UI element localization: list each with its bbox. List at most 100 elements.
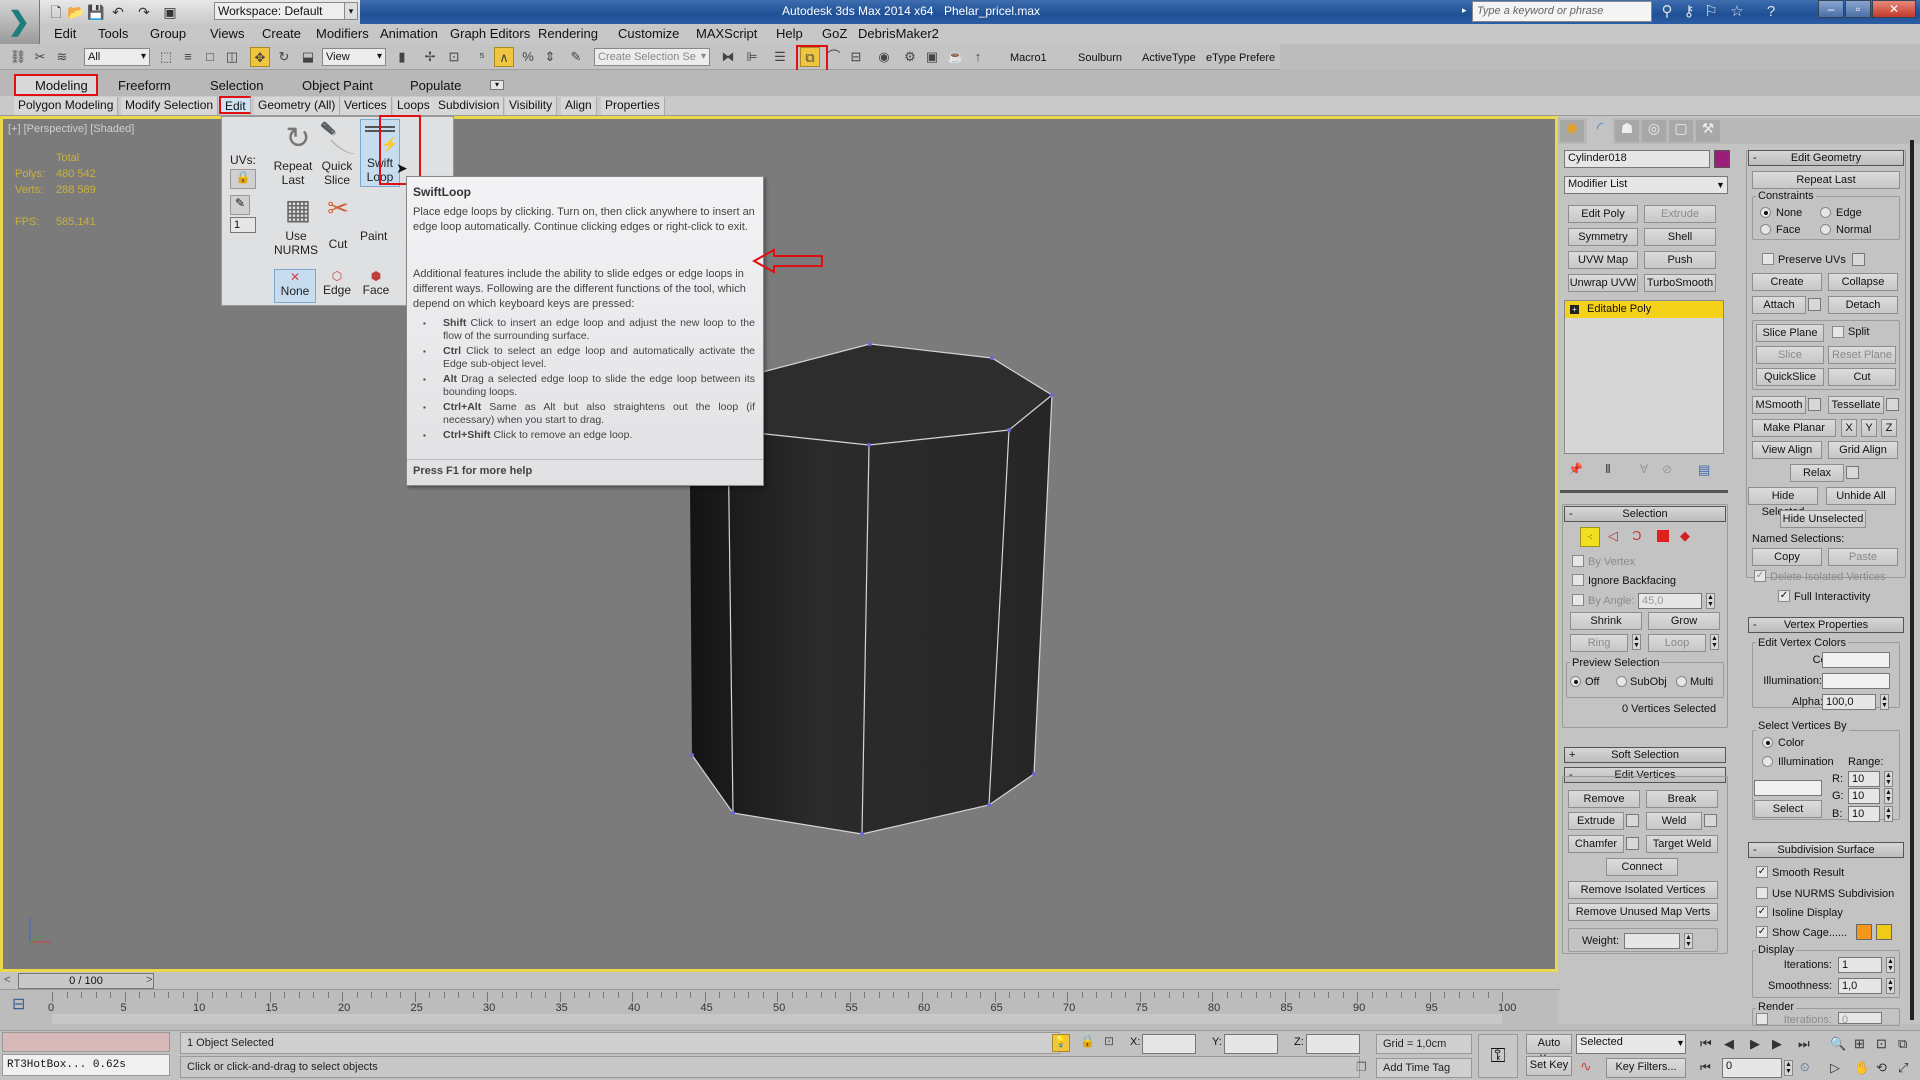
smoothness-spinner[interactable]: ▲ ▼ (1886, 978, 1895, 994)
soft-selection-rollout-header[interactable]: + Soft Selection (1564, 747, 1726, 763)
constraint-none-radio[interactable] (1760, 207, 1771, 218)
relax-settings-icon[interactable] (1846, 466, 1859, 479)
absolute-mode-icon[interactable]: ⊡ (1104, 1034, 1114, 1048)
range-r-spinner[interactable]: ▲ ▼ (1884, 771, 1893, 787)
cage-color-swatch-2[interactable] (1876, 924, 1892, 940)
select-object-icon[interactable]: ⬚ (156, 47, 176, 67)
modifier-list-dropdown[interactable]: Modifier List (1564, 176, 1728, 194)
search-expand-icon[interactable]: ▸ (1462, 5, 1467, 16)
ring-button[interactable]: Ring (1570, 634, 1628, 652)
menu-customize[interactable]: Customize (618, 26, 679, 41)
mini-curve-editor-icon[interactable]: ⊟ (12, 994, 25, 1014)
angle-value-field[interactable]: 45,0 (1638, 593, 1702, 609)
time-configuration-icon[interactable]: ⏲ (1800, 1060, 1809, 1075)
object-color-swatch[interactable] (1714, 150, 1730, 168)
constraint-edge-radio[interactable] (1820, 207, 1831, 218)
material-editor-icon[interactable]: ◉ (874, 47, 894, 67)
use-nurms-checkbox[interactable] (1756, 887, 1768, 899)
key-mode-chevron-icon[interactable]: ▼ (1676, 1038, 1685, 1048)
connect-button[interactable]: Connect (1606, 858, 1678, 876)
rectangular-selection-icon[interactable]: □ (200, 47, 220, 67)
unhide-all-button[interactable]: Unhide All (1826, 487, 1896, 505)
subdivision-surface-rollout-header[interactable]: - Subdivision Surface (1748, 842, 1904, 858)
target-weld-button[interactable]: Target Weld (1646, 835, 1718, 853)
weld-settings-icon[interactable] (1704, 814, 1717, 827)
mod-symmetry-button[interactable]: Symmetry (1568, 228, 1638, 246)
panel-geometry-all[interactable]: Geometry (All) (254, 97, 341, 115)
attach-button[interactable]: Attach (1752, 296, 1806, 314)
loop-spinner[interactable]: ▲ ▼ (1710, 634, 1719, 650)
reset-plane-button[interactable]: Reset Plane (1828, 346, 1896, 364)
paint-connect-button[interactable]: Paint Connect (360, 229, 390, 243)
set-key-big-button-icon[interactable]: ⚿ (1478, 1034, 1518, 1078)
graphite-modeling-tools-icon[interactable]: ⧉ (800, 47, 820, 67)
create-button[interactable]: Create (1752, 273, 1822, 291)
paste-button[interactable]: Paste (1828, 548, 1898, 566)
add-time-tag-button[interactable]: Add Time Tag (1376, 1058, 1472, 1078)
preview-multi-radio[interactable] (1676, 676, 1687, 687)
pan-view-icon[interactable]: ✋ (1854, 1060, 1870, 1076)
timeline-ruler[interactable]: 0 5 10 15 20 25 30 35 40 45 50 55 60 65 70 75 80 85 90 95 10… (48, 992, 1516, 1014)
menu-help[interactable]: Help (776, 26, 803, 41)
uv-tweak-icon[interactable]: ✎ (230, 195, 250, 215)
menu-views[interactable]: Views (210, 26, 244, 41)
select-and-rotate-icon[interactable]: ↻ (274, 47, 294, 67)
remove-modifier-icon[interactable]: ⊘ (1662, 462, 1672, 476)
by-angle-checkbox[interactable] (1572, 594, 1584, 606)
time-next-arrow-icon[interactable]: > (146, 974, 152, 986)
align-icon[interactable]: ⊫ (742, 47, 762, 67)
stack-item-editable-poly[interactable]: Editable Poly (1565, 301, 1723, 318)
collapse-button[interactable]: Collapse (1828, 273, 1898, 291)
app-menu-button[interactable]: ❯ (0, 0, 40, 44)
select-and-move-icon[interactable]: ✥ (250, 47, 270, 67)
modify-tab-icon[interactable]: ◜ (1587, 118, 1613, 144)
weld-button[interactable]: Weld (1646, 812, 1702, 830)
copy-button[interactable]: Copy (1752, 548, 1822, 566)
spinner-snap-icon[interactable]: ⇕ (540, 47, 560, 67)
constraint-face-button[interactable]: ⬢ Face (358, 269, 394, 303)
planar-y-button[interactable]: Y (1861, 419, 1877, 437)
zoom-extents-icon[interactable]: ⊡ (1876, 1036, 1887, 1052)
schematic-view-icon[interactable]: ⊟ (846, 47, 866, 67)
menu-group[interactable]: Group (150, 26, 186, 41)
chamfer-settings-icon[interactable] (1626, 837, 1639, 850)
chamfer-button[interactable]: Chamfer (1568, 835, 1624, 853)
uv-spinner-field[interactable]: 1 (230, 217, 256, 233)
command-panel-scrollbar[interactable] (1910, 140, 1914, 1020)
delete-isolated-checkbox[interactable]: ✓ (1754, 570, 1766, 582)
workspace-dropdown[interactable]: Workspace: Default (214, 2, 350, 20)
zoom-all-icon[interactable]: ⊞ (1854, 1036, 1865, 1052)
remove-unused-map-verts-button[interactable]: Remove Unused Map Verts (1568, 903, 1718, 921)
edit-geometry-rollout-header[interactable]: - Edit Geometry (1748, 150, 1904, 166)
element-subobject-icon[interactable]: ◆ (1680, 528, 1690, 544)
show-cage-checkbox[interactable]: ✓ (1756, 926, 1768, 938)
bind-space-warp-icon[interactable]: ≋ (52, 47, 72, 67)
goto-end-icon[interactable]: ⏭ (1798, 1036, 1810, 1052)
panel-modify-selection[interactable]: Modify Selection (121, 97, 219, 115)
select-and-link-icon[interactable]: ⛓ (8, 47, 28, 67)
tab-modeling[interactable]: Modeling (35, 78, 88, 93)
mod-turbosmooth-button[interactable]: TurboSmooth (1644, 274, 1716, 292)
unlink-icon[interactable]: ✂ (30, 47, 50, 67)
panel-align[interactable]: Align (561, 97, 597, 115)
panel-loops[interactable]: Loops (393, 97, 435, 115)
make-unique-icon[interactable]: ∀ (1640, 462, 1648, 476)
snaps-toggle-icon[interactable]: ⁵ (472, 47, 492, 67)
set-key-button[interactable]: Set Key (1526, 1056, 1572, 1076)
preserve-uvs-settings-icon[interactable] (1852, 253, 1865, 266)
loop-button[interactable]: Loop (1648, 634, 1706, 652)
reference-coord-dropdown[interactable]: View (322, 48, 386, 66)
viewport-label[interactable]: [+] [Perspective] [Shaded] (8, 123, 134, 135)
iterations-field[interactable]: 1 (1838, 957, 1882, 973)
create-tab-icon[interactable]: ✺ (1560, 120, 1584, 142)
range-b-field[interactable]: 10 (1848, 806, 1880, 822)
save-file-icon[interactable]: 💾 (86, 2, 106, 22)
vertex-subobject-icon[interactable]: ⁖ (1580, 527, 1600, 547)
display-tab-icon[interactable]: ▢ (1669, 120, 1693, 142)
menu-edit[interactable]: Edit (54, 26, 76, 41)
object-name-field[interactable]: Cylinder018 (1564, 150, 1710, 168)
x-coord-field[interactable] (1142, 1034, 1196, 1054)
project-folder-icon[interactable]: ▣ (160, 2, 180, 22)
use-nurms-button[interactable]: Use NURMS (268, 229, 324, 257)
minimize-button[interactable]: – (1818, 0, 1844, 18)
